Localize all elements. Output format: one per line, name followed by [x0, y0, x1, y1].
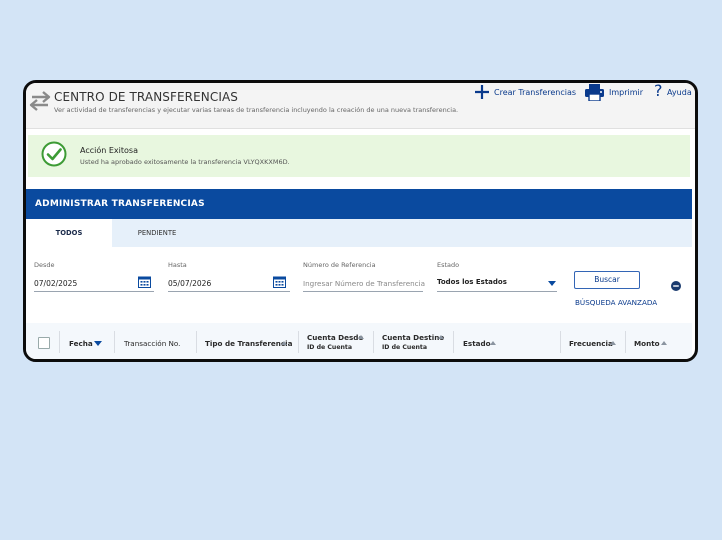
tab-todos[interactable]: TODOS: [26, 219, 112, 247]
page-header: CENTRO DE TRANSFERENCIAS Ver actividad d…: [26, 83, 695, 129]
column-transaccion: Transacción No.: [124, 339, 181, 348]
tab-pendiente[interactable]: PENDIENTE: [112, 219, 202, 247]
sort-asc-icon[interactable]: [661, 341, 667, 345]
sort-asc-icon[interactable]: [438, 335, 444, 339]
tab-pendiente-label: PENDIENTE: [137, 229, 177, 237]
reference-input[interactable]: Ingresar Número de Transferencia: [303, 279, 425, 288]
check-circle-icon: [41, 141, 67, 167]
advanced-search-link[interactable]: BÚSQUEDA AVANZADA: [575, 298, 657, 307]
column-divider: [114, 331, 115, 353]
printer-icon: [585, 84, 604, 101]
success-alert: Acción Exitosa Usted ha aprobado exitosa…: [28, 135, 690, 177]
print-button[interactable]: Imprimir: [585, 83, 645, 103]
print-label: Imprimir: [609, 88, 644, 97]
page-subtitle: Ver actividad de transferencias y ejecut…: [54, 106, 459, 114]
from-date-input[interactable]: 07/02/2025: [34, 279, 77, 288]
search-button[interactable]: Buscar: [574, 271, 640, 289]
reference-label: Número de Referencia: [303, 261, 376, 269]
tab-bar: TODOS PENDIENTE: [26, 219, 692, 247]
app-window: CENTRO DE TRANSFERENCIAS Ver actividad d…: [23, 80, 698, 362]
column-divider: [560, 331, 561, 353]
transfer-arrows-icon: [29, 91, 51, 111]
status-select[interactable]: Todos los Estados: [437, 278, 507, 286]
sort-asc-icon[interactable]: [281, 341, 287, 345]
section-title: ADMINISTRAR TRANSFERENCIAS: [35, 199, 205, 209]
status-label: Estado: [437, 261, 460, 269]
column-cuenta-destino-sub: ID de Cuenta: [382, 344, 428, 351]
from-date-label: Desde: [34, 261, 55, 269]
section-header: ADMINISTRAR TRANSFERENCIAS: [26, 189, 692, 219]
column-divider: [196, 331, 197, 353]
help-label: Ayuda: [667, 88, 692, 97]
reference-underline: [303, 291, 423, 292]
question-mark-icon: ?: [654, 81, 663, 100]
column-divider: [298, 331, 299, 353]
sort-asc-icon[interactable]: [358, 335, 364, 339]
column-fecha[interactable]: Fecha: [69, 339, 93, 348]
calendar-icon[interactable]: [138, 276, 151, 288]
column-divider: [59, 331, 60, 353]
help-button[interactable]: ? Ayuda: [653, 83, 693, 103]
column-frecuencia[interactable]: Frecuencia: [569, 339, 613, 348]
column-monto[interactable]: Monto: [634, 339, 660, 348]
column-divider: [373, 331, 374, 353]
select-all-checkbox[interactable]: [38, 337, 50, 349]
column-tipo[interactable]: Tipo de Transferencia: [205, 339, 293, 348]
sort-desc-icon[interactable]: [94, 341, 102, 346]
column-cuenta-desde-sub: ID de Cuenta: [307, 344, 353, 351]
column-cuenta-desde[interactable]: Cuenta Desde: [307, 333, 363, 342]
column-divider: [625, 331, 626, 353]
alert-title: Acción Exitosa: [80, 146, 138, 155]
filter-panel: Desde 07/02/2025 Hasta 05/07/2026 Número…: [26, 247, 692, 323]
to-date-label: Hasta: [168, 261, 187, 269]
column-divider: [453, 331, 454, 353]
to-date-input[interactable]: 05/07/2026: [168, 279, 211, 288]
status-underline: [437, 291, 557, 292]
sort-asc-icon[interactable]: [610, 341, 616, 345]
page-title: CENTRO DE TRANSFERENCIAS: [54, 90, 239, 104]
create-transfer-button[interactable]: Crear Transferencias: [474, 83, 576, 103]
chevron-down-icon[interactable]: [548, 281, 556, 286]
alert-message: Usted ha aprobado exitosamente la transf…: [80, 158, 290, 166]
collapse-minus-icon[interactable]: [671, 281, 681, 291]
plus-icon: [475, 85, 489, 99]
table-header: Fecha Transacción No. Tipo de Transferen…: [26, 323, 692, 359]
column-cuenta-destino[interactable]: Cuenta Destino: [382, 333, 444, 342]
from-date-underline: [34, 291, 154, 292]
calendar-icon[interactable]: [273, 276, 286, 288]
tab-todos-label: TODOS: [55, 229, 83, 237]
create-transfer-label: Crear Transferencias: [494, 88, 577, 97]
to-date-underline: [168, 291, 290, 292]
column-estado[interactable]: Estado: [463, 339, 491, 348]
sort-asc-icon[interactable]: [490, 341, 496, 345]
